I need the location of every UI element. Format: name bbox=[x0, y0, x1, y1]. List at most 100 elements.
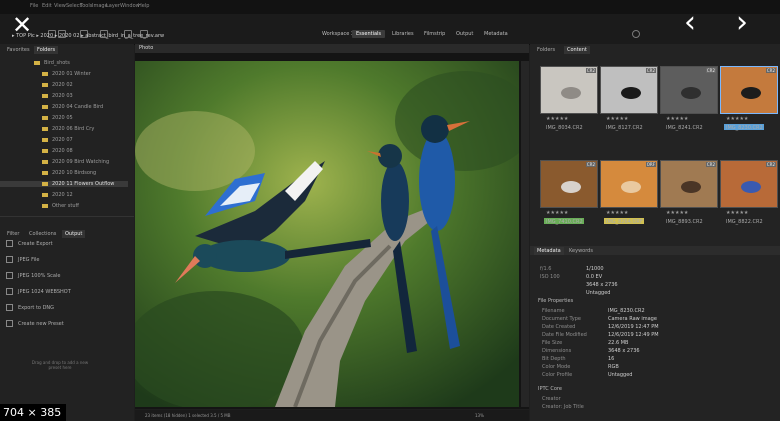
back-arrow-icon[interactable]: ‹ bbox=[684, 8, 696, 38]
property-value: RGB bbox=[608, 364, 619, 370]
search-icon[interactable] bbox=[632, 30, 640, 38]
tab-keywords[interactable]: Keywords bbox=[566, 247, 596, 255]
main-photo[interactable] bbox=[135, 61, 519, 407]
tab-filter[interactable]: Filter bbox=[4, 230, 22, 238]
folder-icon bbox=[42, 93, 48, 98]
tab-favorites[interactable]: Favorites bbox=[4, 46, 33, 54]
property-key: Bit Depth bbox=[542, 356, 566, 362]
property-key: Creator: Job Title bbox=[542, 404, 584, 410]
output-item[interactable]: JPEG 100% Scale bbox=[6, 272, 60, 279]
star-rating[interactable]: ★★★★★ bbox=[666, 116, 688, 122]
folder-label: Other stuff bbox=[52, 203, 79, 209]
folder-icon bbox=[42, 104, 48, 109]
thumbnail-image bbox=[721, 161, 777, 207]
viewer-scrollbar[interactable] bbox=[521, 61, 529, 407]
folder-label: 2020 09 Bird Watching bbox=[52, 159, 110, 165]
tab-output[interactable]: Output bbox=[62, 230, 86, 238]
forward-arrow-icon[interactable]: › bbox=[736, 8, 748, 38]
star-rating[interactable]: ★★★★★ bbox=[546, 210, 568, 216]
tab-folders-right[interactable]: Folders bbox=[534, 46, 558, 54]
menu-tools[interactable]: Tools bbox=[80, 3, 92, 9]
thumbnail[interactable]: ORF bbox=[600, 160, 658, 208]
output-item-icon bbox=[6, 256, 13, 263]
file-type-badge: CR2 bbox=[585, 162, 596, 167]
iptc-heading[interactable]: IPTC Core bbox=[538, 386, 562, 392]
file-type-badge: ORF bbox=[645, 162, 656, 167]
tab-libraries[interactable]: Libraries bbox=[388, 30, 418, 38]
star-rating[interactable]: ★★★★★ bbox=[546, 116, 568, 122]
tab-essentials[interactable]: Essentials bbox=[352, 30, 386, 38]
output-item[interactable]: Create Export bbox=[6, 240, 53, 247]
thumbnail-name: IMG_8230.CR2 bbox=[726, 125, 763, 131]
property-key: Date File Modified bbox=[542, 332, 587, 338]
folder-item[interactable]: 2020 10 Birdsong bbox=[42, 170, 96, 176]
summary-value: 0.0 EV bbox=[586, 274, 603, 280]
thumbnail[interactable]: CR2 bbox=[540, 66, 598, 114]
folder-label: 2020 12 bbox=[52, 192, 73, 198]
tab-output[interactable]: Output bbox=[452, 30, 477, 38]
thumbnail[interactable]: CR2 bbox=[720, 160, 778, 208]
breadcrumb[interactable]: ▸ TOP Pic ▸ 2020 ▸ 2020 02 ▸ abstract_bi… bbox=[12, 33, 164, 39]
file-type-badge: CR2 bbox=[765, 68, 776, 73]
folder-item[interactable]: 2020 02 bbox=[42, 82, 73, 88]
tab-collections[interactable]: Collections bbox=[26, 230, 59, 238]
hint-text: Drag and drop to add a new preset here bbox=[31, 360, 89, 370]
tab-folders[interactable]: Folders bbox=[34, 46, 59, 54]
menu-view[interactable]: View bbox=[54, 3, 66, 9]
output-item[interactable]: JPEG File bbox=[6, 256, 39, 263]
menu-file[interactable]: File bbox=[30, 3, 38, 9]
folder-item[interactable]: 2020 12 bbox=[42, 192, 73, 198]
folder-item[interactable]: 2020 07 bbox=[42, 137, 73, 143]
thumbnail[interactable]: CR2 bbox=[660, 66, 718, 114]
folder-item[interactable]: 2020 05 bbox=[42, 115, 73, 121]
property-key: Document Type bbox=[542, 316, 581, 322]
thumbnail-image bbox=[541, 67, 597, 113]
image-viewer[interactable] bbox=[135, 53, 529, 409]
star-rating[interactable]: ★★★★★ bbox=[606, 210, 628, 216]
star-rating[interactable]: ★★★★★ bbox=[726, 116, 748, 122]
property-value: IMG_8230.CR2 bbox=[608, 308, 645, 314]
property-key: Date Created bbox=[542, 324, 576, 330]
folder-item[interactable]: 2020 04 Candle Bird bbox=[42, 104, 103, 110]
thumbnail-image bbox=[721, 67, 777, 113]
star-rating[interactable]: ★★★★★ bbox=[606, 116, 628, 122]
menu-edit[interactable]: Edit bbox=[42, 3, 52, 9]
output-item[interactable]: Export to DNG bbox=[6, 304, 54, 311]
folder-item[interactable]: 2020 03 bbox=[42, 93, 73, 99]
star-rating[interactable]: ★★★★★ bbox=[666, 210, 688, 216]
folder-item[interactable]: 2020 09 Bird Watching bbox=[42, 159, 109, 165]
star-rating[interactable]: ★★★★★ bbox=[726, 210, 748, 216]
output-item[interactable]: JPEG 1024 WEBSHOT bbox=[6, 288, 71, 295]
folder-item[interactable]: 2020 08 bbox=[42, 148, 73, 154]
folder-item[interactable]: 2020 01 Winter bbox=[42, 71, 91, 77]
zoom-level[interactable]: 13% bbox=[475, 413, 484, 418]
folder-item[interactable]: 2020 06 Bird Cry bbox=[42, 126, 94, 132]
property-key: Filename bbox=[542, 308, 565, 314]
folder-item[interactable]: Bird_shots bbox=[34, 60, 70, 66]
property-key: Color Mode bbox=[542, 364, 571, 370]
folder-item[interactable]: Other stuff bbox=[42, 203, 79, 209]
thumbnail-name: IMG_7410.CR2 bbox=[546, 219, 583, 225]
menu-help[interactable]: Help bbox=[138, 3, 149, 9]
divider bbox=[0, 216, 134, 217]
file-properties-heading[interactable]: File Properties bbox=[538, 298, 573, 304]
folder-item[interactable]: 2020 11 Flowers Outflow bbox=[0, 181, 128, 187]
tab-metadata[interactable]: Metadata bbox=[480, 30, 512, 38]
menu-window[interactable]: Window bbox=[120, 3, 140, 9]
menu-layer[interactable]: Layer bbox=[106, 3, 120, 9]
tab-metadata-panel[interactable]: Metadata bbox=[534, 247, 564, 255]
close-icon[interactable]: ✕ bbox=[12, 13, 32, 37]
property-value: 22.6 MB bbox=[608, 340, 629, 346]
thumbnail[interactable]: CR2 bbox=[720, 66, 778, 114]
folder-label: 2020 10 Birdsong bbox=[52, 170, 97, 176]
tab-content[interactable]: Content bbox=[564, 46, 590, 54]
summary-value: 1/1000 bbox=[586, 266, 604, 272]
output-item[interactable]: Create new Preset bbox=[6, 320, 64, 327]
thumbnail[interactable]: CR2 bbox=[540, 160, 598, 208]
thumbnail[interactable]: CR2 bbox=[660, 160, 718, 208]
thumbnail[interactable]: CR2 bbox=[600, 66, 658, 114]
thumbnail-name: IMG_8127.CR2 bbox=[606, 125, 643, 131]
thumbnail-name: IMG_8241.CR2 bbox=[666, 125, 703, 131]
tab-filmstrip[interactable]: Filmstrip bbox=[420, 30, 449, 38]
bird-photo-art bbox=[135, 61, 519, 407]
